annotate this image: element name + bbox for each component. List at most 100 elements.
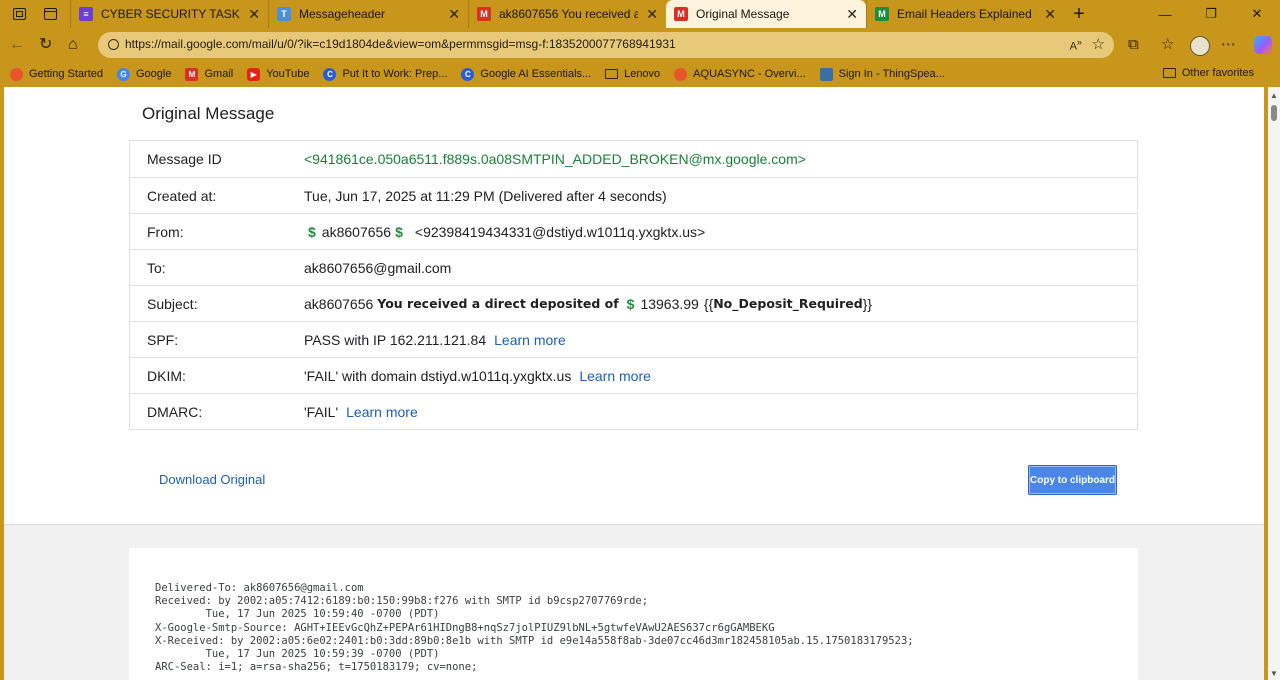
site-info-icon[interactable] xyxy=(108,39,119,50)
back-icon[interactable]: ← xyxy=(9,36,25,54)
close-tab-icon[interactable]: ✕ xyxy=(448,6,460,23)
workspaces-icon[interactable] xyxy=(13,8,26,20)
dmarc-learn-more-link[interactable]: Learn more xyxy=(346,404,418,420)
raw-line: Tue, 17 Jun 2025 10:59:39 -0700 (PDT) xyxy=(155,648,440,661)
mail-icon: M xyxy=(875,7,889,21)
raw-line: X-Google-Smtp-Source: AGHT+IEEvGcQhZ+PEP… xyxy=(155,621,775,634)
bookmark-getting-started[interactable]: Getting Started xyxy=(10,67,103,81)
maximize-icon[interactable]: ❐ xyxy=(1188,0,1234,28)
favorite-star-icon[interactable]: ☆ xyxy=(1092,35,1105,53)
navigation-bar: ← ↻ ⌂ https://mail.google.com/mail/u/0/?… xyxy=(0,28,1280,62)
message-id-value: <941861ce.050a6511.f889s.0a08SMTPIN_ADDE… xyxy=(304,151,806,167)
bookmarks-bar: Getting Started G Google M Gmail ▶ YouTube … xyxy=(0,62,1280,86)
subject-bold-text: You received a direct deposited of xyxy=(377,296,619,311)
row-dkim: DKIM: 'FAIL' with domain dstiyd.w1011q.y… xyxy=(130,357,1137,393)
bookmark-put-it-to-work[interactable]: C Put It to Work: Prep... xyxy=(323,67,447,81)
spf-learn-more-link[interactable]: Learn more xyxy=(494,332,566,348)
raw-message-box: Delivered-To: ak8607656@gmail.com Receive… xyxy=(129,548,1138,680)
new-tab-button[interactable]: + xyxy=(1064,0,1094,28)
created-at-value: Tue, Jun 17, 2025 at 11:29 PM (Delivered… xyxy=(304,187,667,204)
favorites-icon[interactable]: ☆ xyxy=(1161,36,1174,54)
from-address: <92398419434331@dstiyd.w1011q.yxgktx.us> xyxy=(414,223,706,240)
tab-actions-icon[interactable] xyxy=(44,8,57,20)
row-spf: SPF: PASS with IP 162.211.121.84 Learn m… xyxy=(130,321,1137,357)
close-window-icon[interactable]: ✕ xyxy=(1234,0,1280,28)
bookmark-gmail[interactable]: M Gmail xyxy=(185,67,233,81)
page-title: Original Message xyxy=(142,104,275,123)
page-scrollbar[interactable]: ▲ ▼ xyxy=(1268,87,1280,680)
profile-avatar[interactable] xyxy=(1190,36,1210,56)
close-tab-icon[interactable]: ✕ xyxy=(846,6,858,23)
scrollbar-thumb[interactable] xyxy=(1271,105,1277,121)
url-text[interactable]: https://mail.google.com/mail/u/0/?ik=c19… xyxy=(125,37,676,51)
copilot-icon[interactable] xyxy=(1254,36,1272,54)
address-bar[interactable]: https://mail.google.com/mail/u/0/?ik=c19… xyxy=(98,32,1114,58)
read-aloud-icon[interactable]: A» xyxy=(1070,37,1082,53)
bookmark-thingspeak[interactable]: Sign In - ThingSpea... xyxy=(819,67,945,81)
window-controls: — ❐ ✕ xyxy=(1142,0,1280,28)
dmarc-value: 'FAIL' xyxy=(304,403,339,420)
download-original-link[interactable]: Download Original xyxy=(159,472,265,487)
subject-amount: 13963.99 xyxy=(640,295,699,312)
dkim-learn-more-link[interactable]: Learn more xyxy=(579,368,651,384)
row-to: To: ak8607656@gmail.com xyxy=(130,249,1137,285)
gmail-icon: M xyxy=(185,67,199,81)
close-tab-icon[interactable]: ✕ xyxy=(646,6,658,23)
tab-email-headers-explained[interactable]: M Email Headers Explained [2025] ✕ xyxy=(866,0,1064,28)
row-dmarc: DMARC: 'FAIL' Learn more xyxy=(130,393,1137,429)
to-value: ak8607656@gmail.com xyxy=(304,259,452,276)
youtube-icon: ▶ xyxy=(247,67,261,81)
tab-original-message[interactable]: M Original Message ✕ xyxy=(666,0,866,28)
tab-direct-deposit-email[interactable]: M ak8607656 You received a direct deposi… xyxy=(468,0,666,28)
row-subject: Subject: ak8607656 You received a direct… xyxy=(130,285,1137,321)
home-icon[interactable]: ⌂ xyxy=(68,36,78,54)
tab-cyber-security-task[interactable]: ≡ CYBER SECURITY TASK 2 SUBMISSION ✕ xyxy=(70,0,268,28)
copy-to-clipboard-button[interactable]: Copy to clipboard xyxy=(1028,465,1117,495)
raw-message-text: Delivered-To: ak8607656@gmail.com Receive… xyxy=(155,582,914,674)
tab-messageheader[interactable]: T Messageheader ✕ xyxy=(268,0,468,28)
bookmark-google-ai-essentials[interactable]: C Google AI Essentials... xyxy=(461,67,591,81)
firefox-icon xyxy=(10,67,23,81)
aquasync-icon xyxy=(674,67,688,81)
extensions-icon[interactable]: ⧉ xyxy=(1128,36,1139,54)
close-tab-icon[interactable]: ✕ xyxy=(1044,6,1056,23)
more-menu-icon[interactable]: ⋯ xyxy=(1221,36,1236,54)
bookmark-youtube[interactable]: ▶ YouTube xyxy=(247,67,309,81)
folder-icon xyxy=(605,69,619,79)
thingspeak-icon xyxy=(819,67,833,81)
other-favorites[interactable]: Other favorites xyxy=(1162,67,1254,79)
raw-line: X-Received: by 2002:a05:6e02:2401:b0:3dd… xyxy=(155,634,914,647)
gmail-icon: M xyxy=(674,7,688,21)
coursera-icon: C xyxy=(461,67,475,81)
row-from: From: $ ak8607656 $ <92398419434331@dsti… xyxy=(130,213,1137,249)
spf-value: PASS with IP 162.211.121.84 xyxy=(304,331,487,348)
close-tab-icon[interactable]: ✕ xyxy=(248,6,260,23)
scroll-down-icon[interactable]: ▼ xyxy=(1270,669,1278,678)
folder-icon xyxy=(1162,68,1176,78)
bookmark-aquasync[interactable]: AQUASYNC - Overvi... xyxy=(674,67,806,81)
form-icon: ≡ xyxy=(79,7,93,21)
dkim-value: 'FAIL' with domain dstiyd.w1011q.yxgktx.… xyxy=(304,367,572,384)
tab-strip-tools xyxy=(0,0,70,28)
scroll-up-icon[interactable]: ▲ xyxy=(1270,91,1278,100)
google-icon: G xyxy=(117,67,130,81)
dollar-icon: $ xyxy=(395,223,403,240)
reload-icon[interactable]: ↻ xyxy=(39,36,52,54)
text-icon: T xyxy=(277,7,291,21)
row-created-at: Created at: Tue, Jun 17, 2025 at 11:29 P… xyxy=(130,177,1137,213)
from-name: ak8607656 xyxy=(321,223,392,240)
raw-line: Received: by 2002:a05:7412:6189:b0:150:9… xyxy=(155,595,649,608)
raw-line: Tue, 17 Jun 2025 10:59:40 -0700 (PDT) xyxy=(155,608,440,621)
minimize-icon[interactable]: — xyxy=(1142,0,1188,28)
dollar-icon: $ xyxy=(626,295,635,312)
page-content: Original Message Message ID <941861ce.05… xyxy=(4,87,1264,680)
bookmark-google[interactable]: G Google xyxy=(117,67,171,81)
bookmark-lenovo[interactable]: Lenovo xyxy=(605,68,660,80)
raw-line: Delivered-To: ak8607656@gmail.com xyxy=(155,582,364,594)
raw-message-section: Delivered-To: ak8607656@gmail.com Receive… xyxy=(4,524,1264,680)
gmail-icon: M xyxy=(477,7,491,21)
tab-strip: ≡ CYBER SECURITY TASK 2 SUBMISSION ✕ T M… xyxy=(0,0,1280,28)
subject-suffix: No_Deposit_Required xyxy=(713,296,863,311)
header-summary-table: Message ID <941861ce.050a6511.f889s.0a08… xyxy=(129,140,1138,430)
subject-prefix: ak8607656 xyxy=(304,295,374,312)
